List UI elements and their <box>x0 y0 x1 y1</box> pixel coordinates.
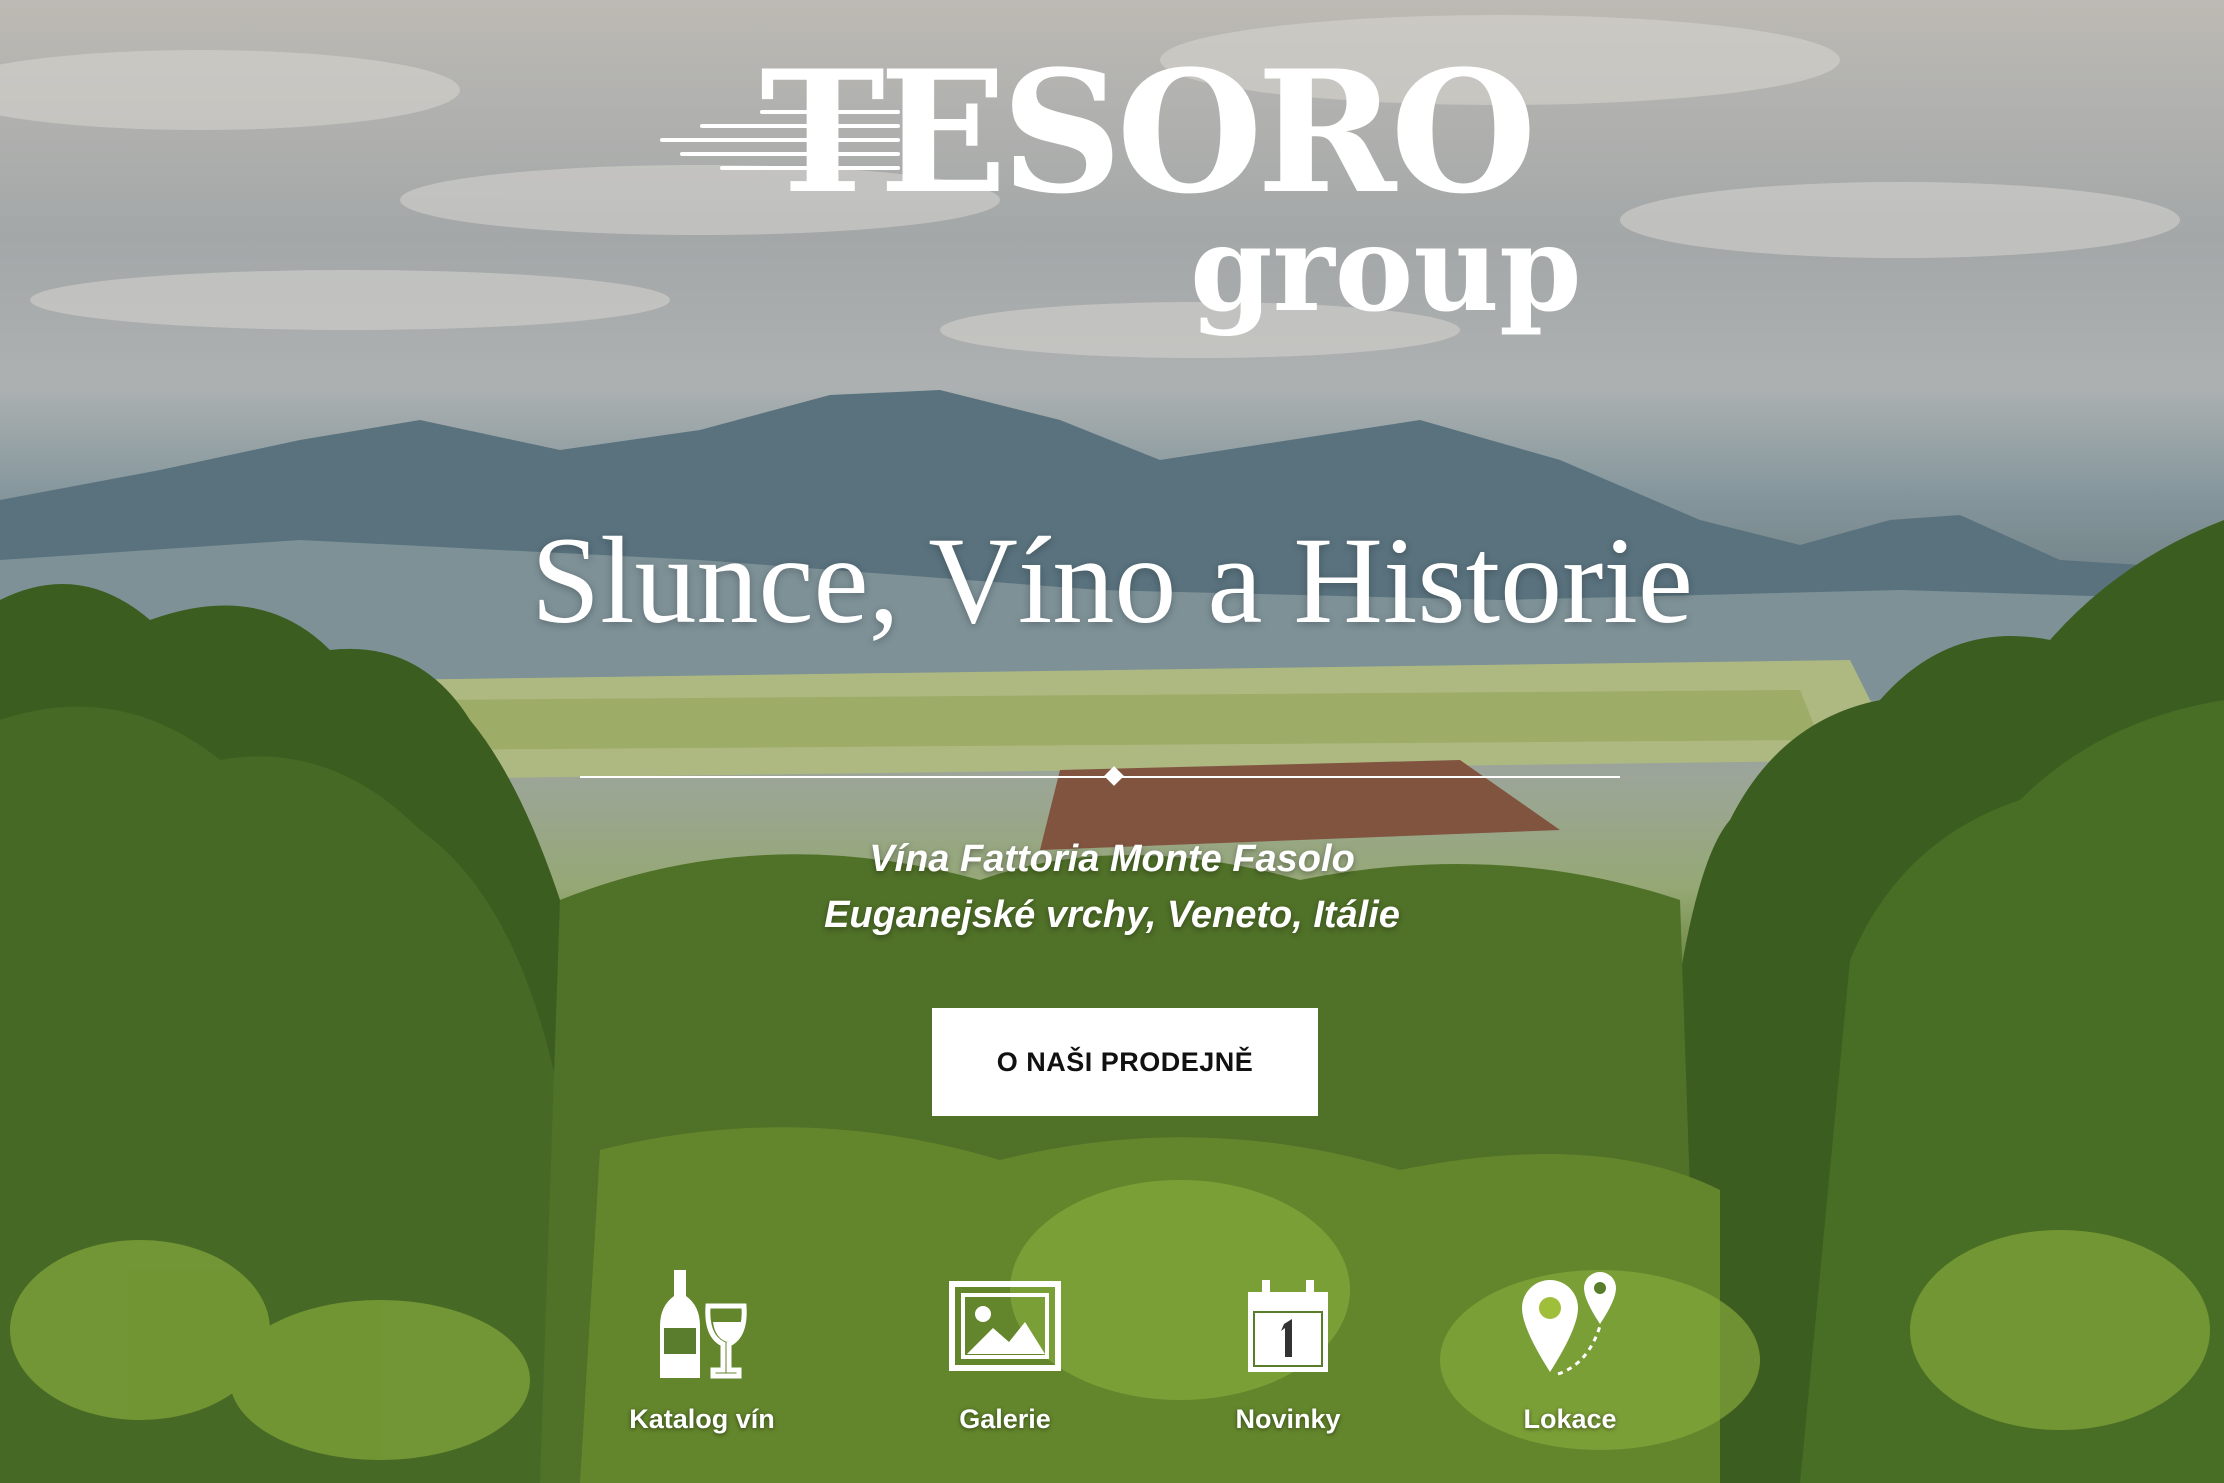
nav-item-news[interactable]: Novinky <box>1168 1270 1408 1435</box>
nav-label-news: Novinky <box>1235 1404 1341 1434</box>
hero-section: TESORO group Slunce, Víno a Historie Vín… <box>0 0 2224 1483</box>
nav-label-gallery: Galerie <box>959 1404 1051 1434</box>
logo-subword: group <box>1190 199 1582 338</box>
map-pin-icon <box>1522 1272 1616 1376</box>
calendar-icon <box>1248 1280 1328 1372</box>
nav-item-location[interactable]: Lokace <box>1450 1270 1690 1435</box>
tesoro-group-logo[interactable]: TESORO group <box>620 40 1620 340</box>
nav-item-wine-catalog[interactable]: Katalog vín <box>582 1270 822 1435</box>
nav-label-wine-catalog: Katalog vín <box>629 1404 775 1434</box>
nav-label-location: Lokace <box>1523 1404 1617 1434</box>
about-shop-button[interactable]: O NAŠI PRODEJNĚ <box>932 1008 1318 1116</box>
logo-wordmark: TESORO <box>760 33 1537 231</box>
hero-subtitle-line1: Vína Fattoria Monte Fasolo <box>869 838 1355 880</box>
hero-subtitle-line2: Euganejské vrchy, Veneto, Itálie <box>824 894 1400 936</box>
picture-gallery-icon <box>949 1281 1061 1371</box>
hero-divider <box>580 776 1620 778</box>
hero-headline: Slunce, Víno a Historie <box>531 512 1693 649</box>
nav-item-gallery[interactable]: Galerie <box>885 1270 1125 1435</box>
wine-bottle-glass-icon <box>660 1270 747 1379</box>
